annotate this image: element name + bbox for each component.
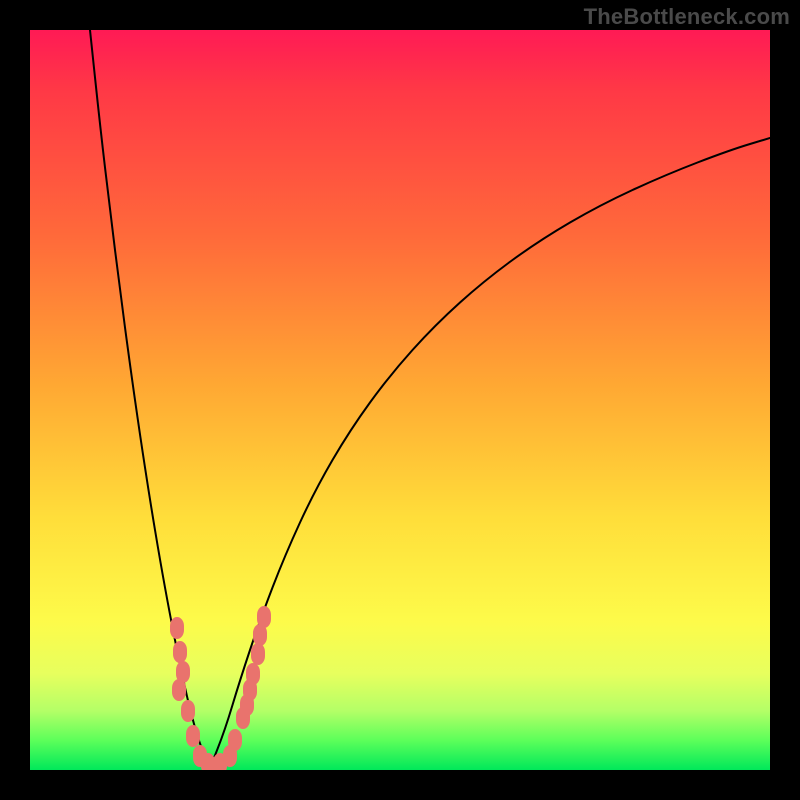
marker-dot bbox=[170, 617, 184, 639]
marker-dot bbox=[181, 700, 195, 722]
marker-dot bbox=[251, 643, 265, 665]
watermark-text: TheBottleneck.com bbox=[584, 4, 790, 30]
curve-left-branch bbox=[90, 30, 210, 768]
marker-dot bbox=[246, 663, 260, 685]
marker-dot bbox=[186, 725, 200, 747]
marker-dot bbox=[173, 641, 187, 663]
marker-group bbox=[170, 606, 271, 770]
chart-frame: TheBottleneck.com bbox=[0, 0, 800, 800]
marker-dot bbox=[228, 729, 242, 751]
marker-dot bbox=[172, 679, 186, 701]
marker-dot bbox=[257, 606, 271, 628]
plot-overlay bbox=[30, 30, 770, 770]
curve-right-branch bbox=[210, 138, 770, 768]
